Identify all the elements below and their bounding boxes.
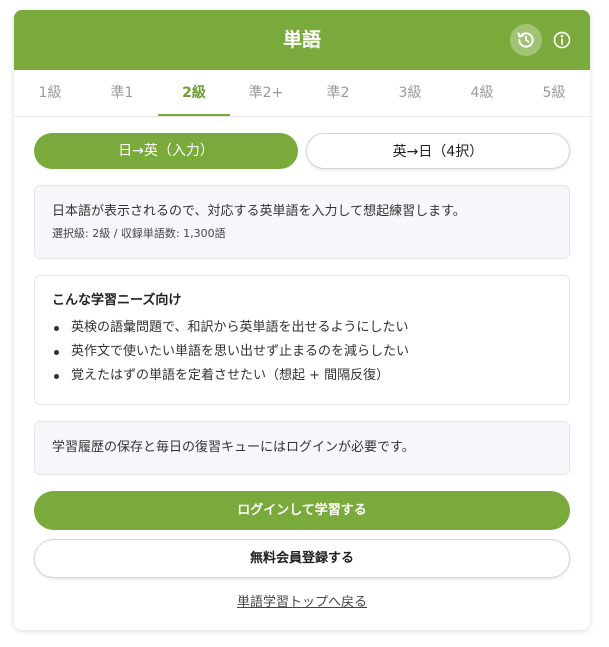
tab-level-1[interactable]: 1級 (14, 70, 86, 116)
list-item: 覚えたはずの単語を定着させたい（想起 + 間隔反復） (52, 364, 553, 388)
tab-level-pre2[interactable]: 準2 (302, 70, 374, 116)
login-and-study-button[interactable]: ログインして学習する (34, 491, 570, 530)
needs-item-text: 覚えたはずの単語を定着させたい（想起 + 間隔反復） (71, 368, 390, 383)
page-title: 単語 (282, 29, 321, 51)
mode-description: 日本語が表示されるので、対応する英単語を入力して想起練習します。 (52, 204, 466, 219)
header-bar: 単語 (14, 10, 590, 70)
history-icon (517, 32, 534, 48)
tab-level-4[interactable]: 4級 (446, 70, 518, 116)
level-word-count: 選択級: 2級 / 収録単語数: 1,300語 (52, 227, 226, 240)
needs-item-text: 英作文で使いたい単語を思い出せず止まるのを減らしたい (71, 344, 410, 359)
mode-description-panel: 日本語が表示されるので、対応する英単語を入力して想起練習します。 選択級: 2級… (34, 185, 570, 259)
needs-item-text: 英検の語彙問題で、和訳から英単語を出せるようにしたい (71, 320, 409, 335)
word-study-card: 単語 1級 準1 2級 準2+ 準2 3級 4級 5級 日→英（入力） 英→日（… (14, 10, 590, 630)
bullet-icon (54, 326, 59, 331)
free-register-button[interactable]: 無料会員登録する (34, 539, 570, 578)
tab-level-pre2plus[interactable]: 準2+ (230, 70, 302, 116)
history-button[interactable] (510, 24, 542, 56)
tab-level-3[interactable]: 3級 (374, 70, 446, 116)
login-required-note: 学習履歴の保存と毎日の復習キューにはログインが必要です。 (34, 421, 570, 475)
info-icon (553, 31, 571, 49)
needs-title: こんな学習ニーズ向け (52, 293, 182, 308)
bullet-icon (54, 350, 59, 355)
tab-level-5[interactable]: 5級 (518, 70, 590, 116)
mode-en-to-jp-button[interactable]: 英→日（4択） (306, 133, 570, 169)
tab-level-2[interactable]: 2級 (158, 70, 230, 116)
back-to-word-top-link[interactable]: 単語学習トップへ戻る (14, 593, 590, 613)
list-item: 英作文で使いたい単語を思い出せず止まるのを減らしたい (52, 340, 553, 364)
learning-needs-panel: こんな学習ニーズ向け 英検の語彙問題で、和訳から英単語を出せるようにしたい 英作… (34, 275, 570, 405)
level-tabs: 1級 準1 2級 準2+ 準2 3級 4級 5級 (14, 70, 590, 117)
needs-list: 英検の語彙問題で、和訳から英単語を出せるようにしたい 英作文で使いたい単語を思い… (52, 316, 553, 388)
mode-jp-to-en-button[interactable]: 日→英（入力） (34, 133, 298, 169)
bullet-icon (54, 374, 59, 379)
list-item: 英検の語彙問題で、和訳から英単語を出せるようにしたい (52, 316, 553, 340)
tab-level-pre1[interactable]: 準1 (86, 70, 158, 116)
info-button[interactable] (551, 29, 573, 51)
